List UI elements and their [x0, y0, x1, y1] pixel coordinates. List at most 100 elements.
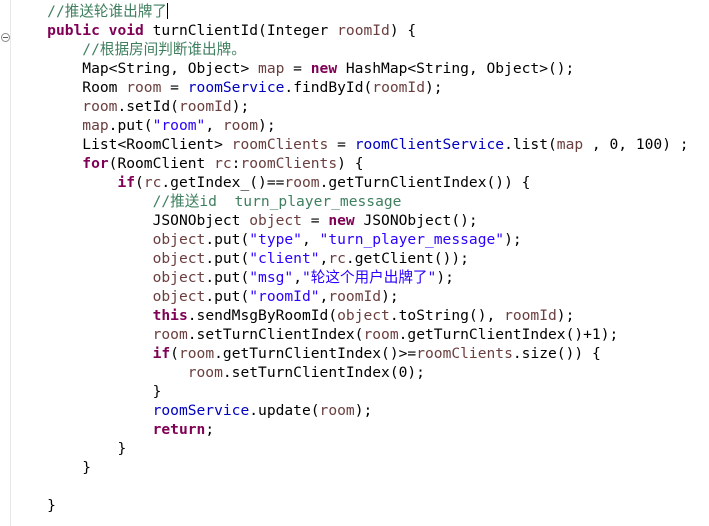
code-token: roomClientService	[354, 136, 505, 153]
code-line[interactable]: this.sendMsgByRoomId(object.toString(), …	[12, 306, 689, 325]
code-token: );	[504, 231, 522, 248]
code-token: return	[152, 421, 206, 438]
code-token: "room"	[152, 117, 206, 134]
code-token: room	[284, 174, 320, 191]
code-token: room	[152, 326, 188, 343]
code-token: room	[319, 402, 355, 419]
code-line[interactable]: public void turnClientId(Integer roomId)…	[12, 21, 689, 40]
code-token: "msg"	[249, 269, 294, 286]
code-token: .toString(),	[389, 307, 505, 324]
code-token: object	[152, 250, 206, 267]
code-line[interactable]: }	[12, 496, 689, 515]
code-token: ) {	[389, 22, 417, 39]
code-token: );	[258, 117, 276, 134]
code-line[interactable]: object.put("msg","轮这个用户出牌了");	[12, 268, 689, 287]
code-token: =	[161, 79, 188, 96]
code-token: .getTurnClientIndex()>=	[214, 345, 417, 362]
code-token: this	[152, 307, 188, 324]
code-line[interactable]: object.put("type", "turn_player_message"…	[12, 230, 689, 249]
code-token: new	[310, 60, 338, 77]
code-line[interactable]: Room room = roomService.findById(roomId)…	[12, 78, 689, 97]
code-token: roomId	[178, 98, 232, 115]
code-token: HashMap<String, Object>();	[337, 60, 575, 77]
code-line[interactable]: room.setTurnClientIndex(0);	[12, 363, 689, 382]
code-token: ,	[301, 231, 320, 248]
code-token: .put(	[205, 269, 250, 286]
code-token: .getIndex_()==	[161, 174, 285, 191]
code-line[interactable]: map.put("room", room);	[12, 116, 689, 135]
code-token: .size()) {	[512, 345, 601, 362]
code-token: .findById(	[284, 79, 373, 96]
code-token: .put(	[205, 288, 250, 305]
code-line[interactable]: }	[12, 382, 689, 401]
code-token: object	[337, 307, 390, 324]
code-token: "type"	[249, 231, 302, 248]
text-cursor	[166, 3, 168, 19]
code-line[interactable]: //推送id turn_player_message	[12, 192, 689, 211]
code-token: ,	[205, 117, 223, 134]
code-token: );	[231, 98, 250, 115]
code-token: void	[108, 22, 144, 39]
code-line[interactable]: room.setTurnClientIndex(room.getTurnClie…	[12, 325, 689, 344]
code-line[interactable]: roomService.update(room);	[12, 401, 689, 420]
code-token: JSONObject	[152, 212, 250, 229]
code-token: new	[328, 212, 355, 229]
code-token: );	[381, 288, 399, 305]
code-token: }	[117, 440, 127, 457]
code-line[interactable]: List<RoomClient> roomClients = roomClien…	[12, 135, 689, 154]
code-line[interactable]	[12, 477, 689, 496]
code-token: .setTurnClientIndex(	[187, 326, 364, 343]
code-token: =	[284, 60, 311, 77]
code-token: object	[152, 288, 206, 305]
code-token: room	[222, 117, 259, 134]
code-token: }	[152, 383, 162, 400]
code-token: roomService	[187, 79, 285, 96]
code-token: ;	[205, 421, 215, 438]
code-token: map	[258, 60, 285, 77]
code-token: roomClients	[416, 345, 513, 362]
code-line[interactable]: object.put("roomId",roomId);	[12, 287, 689, 306]
code-token: );	[436, 269, 454, 286]
code-token: .sendMsgByRoomId(	[187, 307, 338, 324]
code-token: .list(	[504, 136, 557, 153]
code-token: rc	[328, 250, 346, 267]
code-line[interactable]: room.setId(roomId);	[12, 97, 689, 116]
code-token: );	[556, 307, 575, 324]
code-token: rc	[143, 174, 162, 191]
code-token: .put(	[108, 117, 153, 134]
code-token: .update(	[249, 402, 320, 419]
code-token: .getTurnClientIndex()+1);	[398, 326, 619, 343]
code-token: roomId	[372, 79, 425, 96]
code-token: , 0, 100) ;	[583, 136, 689, 153]
code-token: room	[126, 79, 162, 96]
code-token: object	[152, 269, 206, 286]
code-line[interactable]: return;	[12, 420, 689, 439]
code-token: //推送轮谁出牌了	[47, 3, 167, 20]
code-line[interactable]: if(rc.getIndex_()==room.getTurnClientInd…	[12, 173, 689, 192]
code-token: if	[117, 174, 136, 191]
code-line[interactable]: object.put("client",rc.getClient());	[12, 249, 689, 268]
code-line[interactable]: if(room.getTurnClientIndex()>=roomClient…	[12, 344, 689, 363]
code-line[interactable]: //根据房间判断谁出牌。	[12, 40, 689, 59]
code-editor[interactable]: //推送轮谁出牌了 public void turnClientId(Integ…	[12, 2, 689, 515]
code-line[interactable]: }	[12, 439, 689, 458]
code-token: }	[82, 459, 92, 476]
code-line[interactable]: }	[12, 458, 689, 477]
fold-collapse-icon[interactable]	[1, 33, 10, 42]
code-token: "client"	[249, 250, 320, 267]
code-token: }	[47, 497, 56, 514]
code-token: turnClientId(Integer	[143, 22, 338, 39]
code-token: =	[301, 212, 329, 229]
code-line[interactable]: JSONObject object = new JSONObject();	[12, 211, 689, 230]
code-token: (	[135, 174, 144, 191]
code-token: roomId	[328, 288, 382, 305]
code-line[interactable]: //推送轮谁出牌了	[12, 2, 689, 21]
code-token: "roomId"	[249, 288, 320, 305]
code-token: public	[47, 22, 100, 39]
code-token: map	[556, 136, 584, 153]
code-line[interactable]: Map<String, Object> map = new HashMap<St…	[12, 59, 689, 78]
code-token: roomClients	[231, 136, 329, 153]
code-token: if	[152, 345, 171, 362]
code-line[interactable]: for(RoomClient rc:roomClients) {	[12, 154, 689, 173]
